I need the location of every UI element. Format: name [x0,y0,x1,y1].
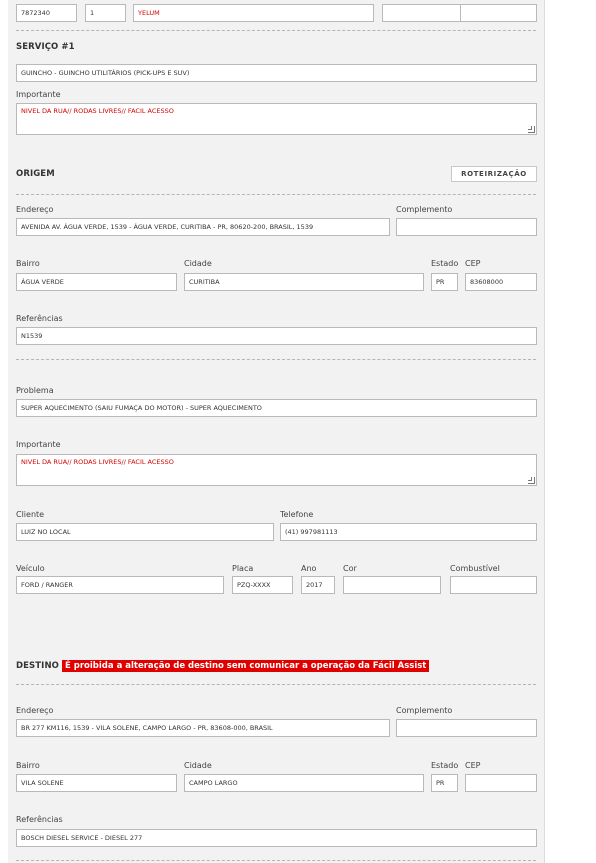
divider [16,30,536,31]
origem-estado-field[interactable]: PR [431,273,458,291]
ordem-field[interactable]: 1 [85,4,126,22]
associado-field[interactable]: 7872340 [16,4,77,22]
servico-importante-label: Importante [16,90,61,99]
placa-label: Placa [232,564,254,573]
destino-complemento-label: Complemento [396,706,453,715]
produto-field[interactable]: YELUM [133,4,374,22]
divider [16,194,536,195]
destino-complemento-field[interactable] [396,719,537,737]
divider [16,684,536,685]
origem-referencias-field[interactable]: N1539 [16,327,537,345]
ano-label: Ano [301,564,317,573]
roteirizacao-button[interactable]: ROTEIRIZAÇÃO [451,166,537,182]
origem-bairro-field[interactable]: ÁGUA VERDE [16,273,177,291]
destino-endereco-label: Endereço [16,706,54,715]
destino-cidade-field[interactable]: CAMPO LARGO [184,774,424,792]
divider [16,359,536,360]
origem-cep-field[interactable]: 83608000 [465,273,537,291]
origem-endereco-field[interactable]: AVENIDA AV. ÁGUA VERDE, 1539 - ÁGUA VERD… [16,218,390,236]
service-form-panel: 7872340 1 YELUM SERVIÇO #1 GUINCHO - GUI… [8,0,545,863]
veiculo-field[interactable]: FORD / RANGER [16,576,224,594]
origem-complemento-field[interactable] [396,218,537,236]
origem-bairro-label: Bairro [16,259,40,268]
ocorrencia-importante-text: NIVEL DA RUA// RODAS LIVRES// FACIL ACES… [21,458,174,466]
origem-complemento-label: Complemento [396,205,453,214]
data-field-1[interactable] [382,4,461,22]
cliente-label: Cliente [16,510,45,519]
resize-grip-icon[interactable] [528,477,535,484]
telefone-field[interactable]: (41) 997981113 [280,523,537,541]
problema-label: Problema [16,386,54,395]
origem-referencias-label: Referências [16,314,63,323]
combustivel-label: Combustível [450,564,500,573]
destino-cep-label: CEP [465,761,481,770]
servico-field[interactable]: GUINCHO - GUINCHO UTILITÁRIOS (PICK-UPS … [16,64,537,82]
destino-cidade-label: Cidade [184,761,212,770]
destino-estado-label: Estado [431,761,459,770]
origem-cep-label: CEP [465,259,481,268]
destino-bairro-field[interactable]: VILA SOLENE [16,774,177,792]
divider [16,860,536,861]
ano-field[interactable]: 2017 [301,576,335,594]
data-field-2[interactable] [460,4,537,22]
servico-importante-text: NIVEL DA RUA// RODAS LIVRES// FACIL ACES… [21,107,174,115]
placa-field[interactable]: PZQ-XXXX [232,576,293,594]
destino-warning-badge: É proibida a alteração de destino sem co… [62,660,430,672]
ocorrencia-importante-label: Importante [16,440,61,449]
origem-title: ORIGEM [16,169,55,179]
origem-estado-label: Estado [431,259,459,268]
ocorrencia-importante-textarea[interactable]: NIVEL DA RUA// RODAS LIVRES// FACIL ACES… [16,454,537,486]
destino-referencias-label: Referências [16,815,63,824]
cor-label: Cor [343,564,357,573]
telefone-label: Telefone [280,510,314,519]
origem-cidade-field[interactable]: CURITIBA [184,273,424,291]
resize-grip-icon[interactable] [528,126,535,133]
destino-title: DESTINO [16,661,59,671]
destino-bairro-label: Bairro [16,761,40,770]
destino-endereco-field[interactable]: BR 277 KM116, 1539 - VILA SOLENE, CAMPO … [16,719,390,737]
combustivel-field[interactable] [450,576,537,594]
cor-field[interactable] [343,576,441,594]
origem-endereco-label: Endereço [16,205,54,214]
veiculo-label: Veículo [16,564,45,573]
servico-importante-textarea[interactable]: NIVEL DA RUA// RODAS LIVRES// FACIL ACES… [16,103,537,135]
destino-cep-field[interactable] [465,774,537,792]
destino-estado-field[interactable]: PR [431,774,458,792]
origem-cidade-label: Cidade [184,259,212,268]
destino-referencias-field[interactable]: BOSCH DIESEL SERVICE - DIESEL 277 [16,829,537,847]
cliente-field[interactable]: LUIZ NO LOCAL [16,523,274,541]
servico-title: SERVIÇO #1 [16,42,75,52]
problema-field[interactable]: SUPER AQUECIMENTO (SAIU FUMAÇA DO MOTOR)… [16,399,537,417]
